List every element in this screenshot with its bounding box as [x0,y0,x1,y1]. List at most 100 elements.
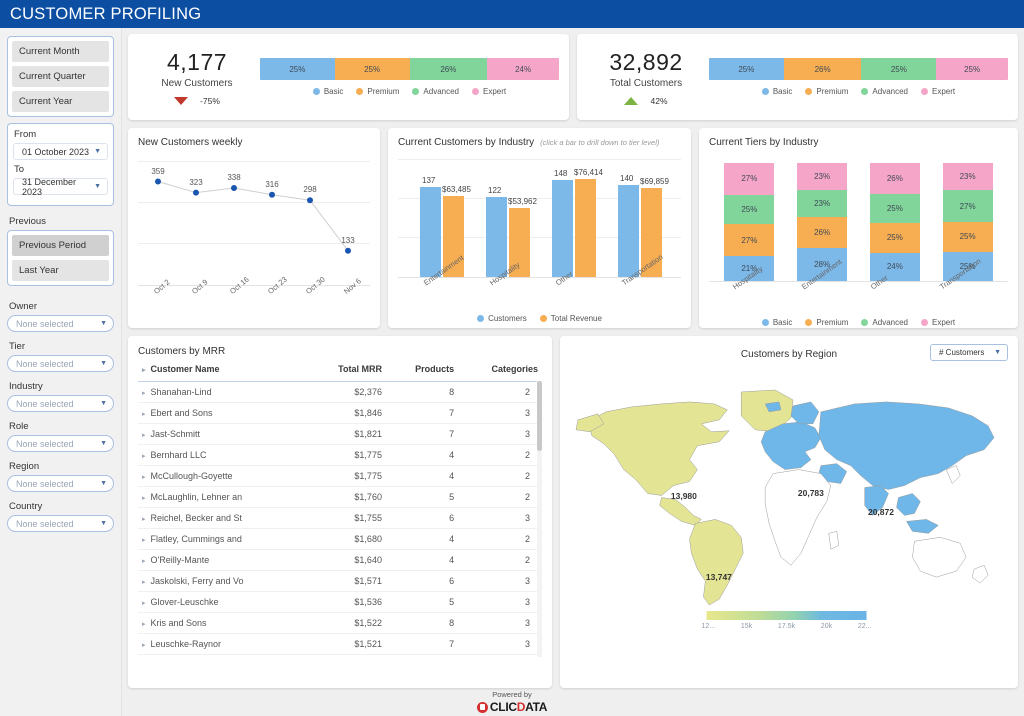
segment-expert[interactable]: 25% [936,58,1008,80]
stacked-bar[interactable]: 26%25%25%24% [870,163,920,281]
table-row[interactable]: ▸Bernhard, Kutch and I$1,51031 [138,655,542,658]
expand-row-icon[interactable]: ▸ [142,411,146,418]
segment-advanced[interactable]: 25% [861,58,936,80]
cell-customer-name[interactable]: ▸McCullough-Goyette [138,466,306,487]
bar-total-revenue[interactable] [575,179,596,277]
world-map-svg[interactable] [570,366,1008,621]
legend-item-premium[interactable]: Premium [805,87,848,96]
segment-premium[interactable]: 25% [335,58,410,80]
legend-item-total-revenue[interactable]: Total Revenue [540,314,602,323]
cell-customer-name[interactable]: ▸Bernhard, Kutch and I [138,655,306,658]
legend-item-advanced[interactable]: Advanced [861,87,908,96]
expand-row-icon[interactable]: ▸ [142,432,146,439]
expand-row-icon[interactable]: ▸ [142,495,146,502]
cell-customer-name[interactable]: ▸Flatley, Cummings and [138,529,306,550]
cell-customer-name[interactable]: ▸Kris and Sons [138,613,306,634]
cell-customer-name[interactable]: ▸Ebert and Sons [138,403,306,424]
table-row[interactable]: ▸Flatley, Cummings and$1,68042 [138,529,542,550]
expand-row-icon[interactable]: ▸ [142,621,146,628]
segment-premium[interactable]: 26% [784,58,862,80]
legend-item-premium[interactable]: Premium [805,318,848,327]
table-row[interactable]: ▸Reichel, Becker and St$1,75563 [138,508,542,529]
expand-row-icon[interactable]: ▸ [142,474,146,481]
legend-item-basic[interactable]: Basic [313,87,344,96]
period-option-current-month[interactable]: Current Month [12,41,109,62]
bar-customers[interactable] [618,185,639,277]
table-scroll-region[interactable]: ▸Customer Name Total MRR Products Catego… [138,357,542,657]
column-header-customer-name[interactable]: ▸Customer Name [138,357,306,382]
legend-item-basic[interactable]: Basic [762,87,793,96]
from-date-select[interactable]: 01 October 2023 ▼ [13,143,108,160]
stack-segment-advanced[interactable]: 27% [943,190,993,222]
table-row[interactable]: ▸Jast-Schmitt$1,82173 [138,424,542,445]
map-metric-select[interactable]: # Customers ▼ [930,344,1008,361]
segment-basic[interactable]: 25% [709,58,784,80]
cell-customer-name[interactable]: ▸Glover-Leuschke [138,592,306,613]
stack-segment-expert[interactable]: 26% [870,163,920,194]
table-row[interactable]: ▸Leuschke-Raynor$1,52173 [138,634,542,655]
legend-item-premium[interactable]: Premium [356,87,399,96]
table-row[interactable]: ▸McLaughlin, Lehner an$1,76052 [138,487,542,508]
stacked-bar[interactable]: 27%25%27%21% [724,163,774,281]
stack-segment-advanced[interactable]: 23% [797,190,847,217]
stack-segment-expert[interactable]: 27% [724,163,774,195]
stack-segment-expert[interactable]: 23% [797,163,847,190]
legend-item-basic[interactable]: Basic [762,318,793,327]
legend-item-customers[interactable]: Customers [477,314,527,323]
table-scrollbar-thumb[interactable] [537,381,542,451]
owner-select[interactable]: None selected ▼ [7,315,114,332]
expand-row-icon[interactable]: ▸ [142,600,146,607]
tier-select[interactable]: None selected ▼ [7,355,114,372]
bar-customers[interactable] [552,180,573,277]
bar-customers[interactable] [486,197,507,277]
table-row[interactable]: ▸McCullough-Goyette$1,77542 [138,466,542,487]
segment-expert[interactable]: 24% [487,58,559,80]
expand-row-icon[interactable]: ▸ [142,579,146,586]
legend-item-advanced[interactable]: Advanced [861,318,908,327]
stack-segment-advanced[interactable]: 25% [724,195,774,225]
cell-customer-name[interactable]: ▸Bernhard LLC [138,445,306,466]
to-date-select[interactable]: 31 December 2023 ▼ [13,178,108,195]
segment-basic[interactable]: 25% [260,58,335,80]
bar-customers[interactable] [420,187,441,277]
stack-segment-premium[interactable]: 25% [870,223,920,253]
expand-row-icon[interactable]: ▸ [142,642,146,649]
legend-item-expert[interactable]: Expert [921,87,955,96]
column-header-products[interactable]: Products [386,357,458,382]
role-select[interactable]: None selected ▼ [7,435,114,452]
bar-group[interactable] [552,179,598,277]
period-option-current-quarter[interactable]: Current Quarter [12,66,109,87]
expand-row-icon[interactable]: ▸ [142,516,146,523]
industry-select[interactable]: None selected ▼ [7,395,114,412]
expand-row-icon[interactable]: ▸ [142,390,146,397]
table-row[interactable]: ▸Bernhard LLC$1,77542 [138,445,542,466]
column-header-total-mrr[interactable]: Total MRR [306,357,386,382]
table-row[interactable]: ▸Ebert and Sons$1,84673 [138,403,542,424]
stack-segment-premium[interactable]: 25% [943,222,993,252]
cell-customer-name[interactable]: ▸O'Reilly-Mante [138,550,306,571]
expand-row-icon[interactable]: ▸ [142,537,146,544]
column-header-categories[interactable]: Categories [458,357,542,382]
segment-advanced[interactable]: 26% [410,58,488,80]
stack-segment-advanced[interactable]: 25% [870,194,920,224]
cell-customer-name[interactable]: ▸Jaskolski, Ferry and Vo [138,571,306,592]
stack-segment-premium[interactable]: 26% [797,217,847,248]
cell-customer-name[interactable]: ▸Reichel, Becker and St [138,508,306,529]
cell-customer-name[interactable]: ▸Jast-Schmitt [138,424,306,445]
legend-item-expert[interactable]: Expert [921,318,955,327]
region-select[interactable]: None selected ▼ [7,475,114,492]
expand-row-icon[interactable]: ▸ [142,453,146,460]
previous-option-last-year[interactable]: Last Year [12,260,109,281]
table-row[interactable]: ▸Jaskolski, Ferry and Vo$1,57163 [138,571,542,592]
cell-customer-name[interactable]: ▸Leuschke-Raynor [138,634,306,655]
country-select[interactable]: None selected ▼ [7,515,114,532]
previous-option-previous-period[interactable]: Previous Period [12,235,109,256]
cell-customer-name[interactable]: ▸Shanahan-Lind [138,382,306,403]
map-canvas[interactable]: 13,980 13,747 20,783 20,872 12... 15k 17… [570,366,1008,636]
table-row[interactable]: ▸Kris and Sons$1,52283 [138,613,542,634]
period-option-current-year[interactable]: Current Year [12,91,109,112]
table-row[interactable]: ▸O'Reilly-Mante$1,64042 [138,550,542,571]
expand-row-icon[interactable]: ▸ [142,558,146,565]
stack-segment-premium[interactable]: 27% [724,224,774,256]
stack-segment-expert[interactable]: 23% [943,163,993,190]
